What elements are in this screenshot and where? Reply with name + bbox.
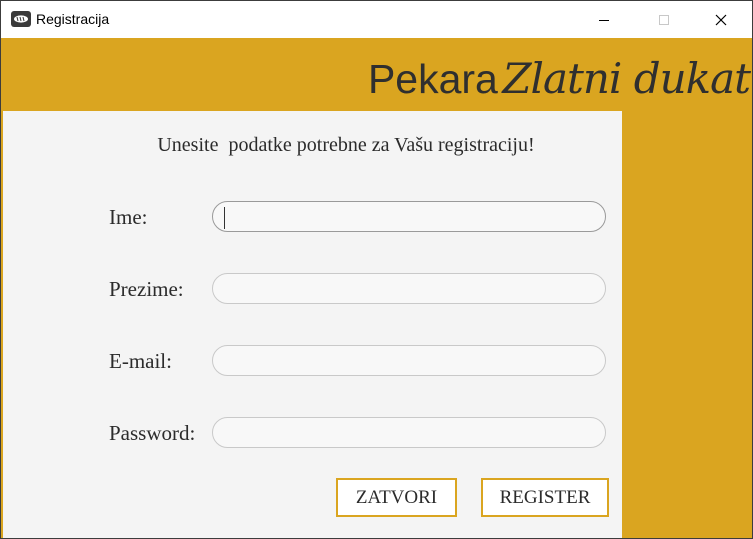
close-icon — [715, 14, 727, 25]
last-name-input[interactable] — [212, 273, 606, 304]
title-bar[interactable]: Registracija — [1, 1, 752, 38]
brand-name: Zlatni dukat — [502, 54, 751, 103]
main-content: Pekara Zlatni dukat Unesite podatke potr… — [1, 38, 752, 538]
brand-prefix: Pekara — [367, 56, 498, 102]
password-input[interactable] — [212, 417, 606, 448]
password-label: Password: — [109, 421, 196, 445]
maximize-button[interactable] — [641, 1, 687, 38]
registration-form: Unesite podatke potrebne za Vašu registr… — [3, 111, 622, 538]
close-button[interactable]: ZATVORI — [336, 478, 457, 517]
last-name-label: Prezime: — [109, 277, 184, 301]
register-button[interactable]: REGISTER — [481, 478, 609, 517]
email-input[interactable] — [212, 345, 606, 376]
first-name-label: Ime: — [109, 205, 148, 229]
bread-app-icon — [11, 10, 31, 28]
first-name-input[interactable] — [212, 201, 606, 232]
form-heading: Unesite podatke potrebne za Vašu registr… — [157, 134, 535, 156]
window-title: Registracija — [36, 11, 110, 27]
maximize-icon — [659, 14, 669, 25]
registration-window: Registracija Pekara Zlatni dukat Unesite… — [0, 0, 753, 539]
text-caret — [224, 207, 225, 229]
minimize-button[interactable] — [581, 1, 627, 38]
close-window-button[interactable] — [698, 1, 744, 38]
minimize-icon — [599, 19, 609, 21]
email-label: E-mail: — [109, 349, 172, 373]
brand-logo: Pekara Zlatni dukat — [367, 54, 751, 103]
